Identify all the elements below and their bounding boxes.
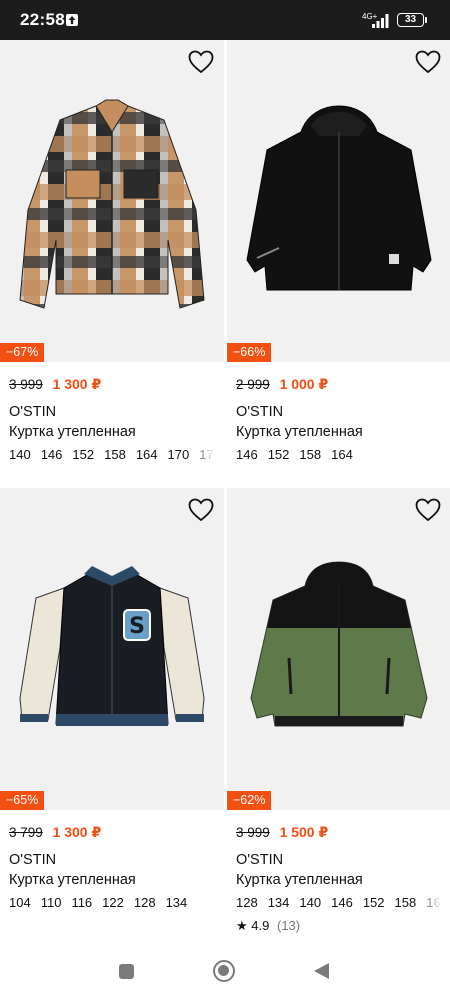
product-image-fleece-jacket[interactable]: −62% [227, 488, 450, 810]
heart-outline-icon[interactable] [188, 50, 214, 74]
battery-icon: 33 [397, 13, 424, 27]
review-count: (13) [276, 918, 301, 933]
size-item: 140 [299, 895, 322, 910]
rating: ★ 4.9 (13) [236, 918, 300, 934]
circle-home-icon[interactable] [213, 960, 235, 982]
size-list: 128134140146152158164 [236, 895, 442, 910]
old-price: 3 999 [236, 825, 270, 840]
square-recent-icon[interactable] [119, 964, 134, 979]
old-price: 3 799 [9, 825, 43, 840]
discount-badge: −65% [0, 791, 45, 810]
discount-badge: −62% [227, 791, 272, 810]
new-price: 1 500 ₽ [279, 824, 329, 840]
triangle-back-icon[interactable] [314, 963, 329, 979]
old-price: 3 999 [9, 377, 43, 392]
product-title[interactable]: Куртка утепленная [9, 424, 136, 440]
size-item: 134 [165, 895, 188, 910]
product-card[interactable]: −67% 3 999 1 300 ₽ O'STIN Куртка утеплен… [0, 40, 224, 486]
product-title[interactable]: Куртка утепленная [236, 424, 363, 440]
size-item: 158 [299, 447, 322, 462]
product-title[interactable]: Куртка утепленная [9, 872, 136, 888]
product-title[interactable]: Куртка утепленная [236, 872, 363, 888]
price-row: 3 999 1 300 ₽ [9, 376, 101, 393]
new-price: 1 300 ₽ [52, 824, 102, 840]
size-item: 116 [71, 895, 93, 910]
star-icon: ★ [236, 918, 248, 933]
status-time: 22:58 [20, 10, 65, 29]
size-item: 122 [102, 895, 124, 910]
size-item: 146 [331, 895, 353, 910]
heart-outline-icon[interactable] [415, 50, 441, 74]
size-item: 164 [331, 447, 353, 462]
product-image-black-jacket[interactable]: −66% [227, 40, 450, 362]
brand-name: O'STIN [236, 404, 284, 420]
system-nav-bar [0, 942, 450, 1000]
price-row: 3 999 1 500 ₽ [236, 824, 328, 841]
battery-tip [425, 17, 427, 23]
sizes-fade [416, 895, 442, 910]
size-list: 146 152 158 164 [236, 447, 442, 462]
brand-name: O'STIN [9, 404, 57, 420]
sizes-fade [189, 447, 215, 462]
size-item: 128 [133, 895, 156, 910]
price-row: 2 999 1 000 ₽ [236, 376, 328, 393]
discount-badge: −67% [0, 343, 45, 362]
size-item: 152 [72, 447, 95, 462]
size-item: 104 [9, 895, 31, 910]
brand-name: O'STIN [236, 852, 284, 868]
product-card[interactable]: −66% 2 999 1 000 ₽ O'STIN Куртка утеплен… [227, 40, 450, 486]
signal-icon [372, 14, 389, 28]
size-item: 158 [394, 895, 417, 910]
size-item: 146 [236, 447, 258, 462]
new-price: 1 000 ₽ [279, 376, 329, 392]
new-price: 1 300 ₽ [52, 376, 102, 392]
upload-notification-icon [66, 14, 78, 26]
price-row: 3 799 1 300 ₽ [9, 824, 101, 841]
brand-name: O'STIN [9, 852, 57, 868]
size-list: 140146152158164170176 [9, 447, 215, 462]
product-image-varsity-jacket[interactable]: S −65% [0, 488, 224, 810]
size-item: 110 [40, 895, 62, 910]
size-item: 152 [362, 895, 385, 910]
size-item: 152 [267, 447, 290, 462]
product-image-plaid-jacket[interactable]: −67% [0, 40, 224, 362]
size-item: 128 [236, 895, 258, 910]
old-price: 2 999 [236, 377, 270, 392]
size-item: 164 [135, 447, 158, 462]
size-item: 158 [104, 447, 126, 462]
size-list: 104 110 116 122 128 134 [9, 895, 215, 910]
size-item: 146 [40, 447, 63, 462]
status-bar: 22:58 4G+ 33 [0, 0, 450, 40]
size-item: 134 [267, 895, 290, 910]
heart-outline-icon[interactable] [415, 498, 441, 522]
size-item: 170 [167, 447, 190, 462]
svg-text:S: S [129, 614, 145, 639]
product-card[interactable]: −62% 3 999 1 500 ₽ O'STIN Куртка утеплен… [227, 488, 450, 942]
discount-badge: −66% [227, 343, 272, 362]
product-card[interactable]: S −65% 3 799 1 300 ₽ O'STIN Куртка утепл… [0, 488, 224, 942]
heart-outline-icon[interactable] [188, 498, 214, 522]
rating-value: 4.9 [251, 918, 270, 933]
size-item: 140 [9, 447, 31, 462]
